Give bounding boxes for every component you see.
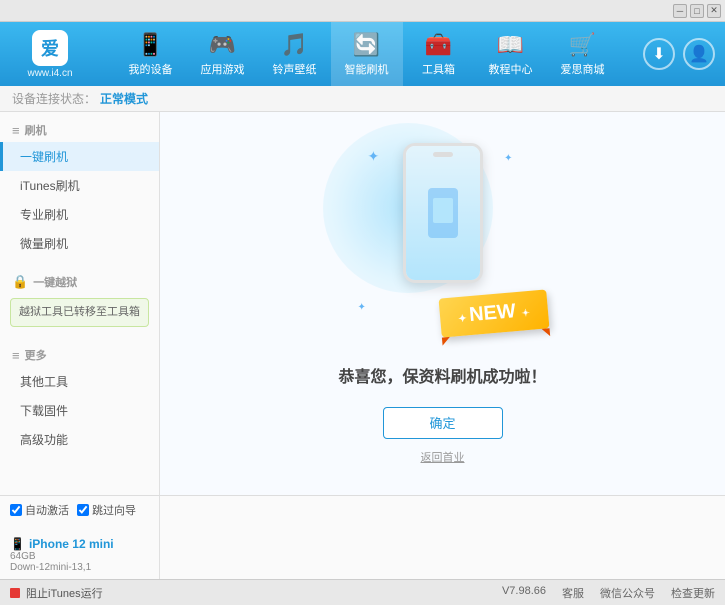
nav-app-games-label: 应用游戏 [201,61,245,77]
version-number: V7.98.66 [502,585,546,601]
header-actions: ⬇ 👤 [643,38,715,70]
logo-icon: 爱 [32,30,68,66]
status-value: 正常模式 [100,90,148,107]
customer-service-link[interactable]: 客服 [562,585,584,601]
success-text: 恭喜您，保资料刷机成功啦！ [338,363,546,387]
check-update-link[interactable]: 检查更新 [671,585,715,601]
toolbox-icon: 🧰 [425,32,452,58]
sidebar-item-download-firmware[interactable]: 下载固件 [0,396,159,425]
app-games-icon: 🎮 [209,32,236,58]
nav-toolbox[interactable]: 🧰 工具箱 [403,22,475,86]
store-icon: 🛒 [569,32,596,58]
nav-app-games[interactable]: 🎮 应用游戏 [187,22,259,86]
skip-guide-input[interactable] [77,504,89,516]
sparkle-2: ✦ [504,153,512,164]
content-area: NEW ✦ ✦ ✦ 恭喜您，保资料刷机成功啦！ 确定 返回首业 [160,112,725,495]
device-name: 📱 iPhone 12 mini [10,537,149,551]
phone-screen [406,146,480,280]
status-bar: 设备连接状态： 正常模式 [0,86,725,112]
nav-tutorial-label: 教程中心 [489,61,533,77]
main-nav: 📱 我的设备 🎮 应用游戏 🎵 铃声壁纸 🔄 智能刷机 🧰 工具箱 📖 教程中心… [90,22,643,86]
nav-my-device[interactable]: 📱 我的设备 [115,22,187,86]
status-label: 设备连接状态： [12,90,96,107]
nav-ringtones-label: 铃声壁纸 [273,61,317,77]
lock-icon: 🔒 [12,274,28,290]
account-button[interactable]: 👤 [683,38,715,70]
sidebar-section-jailbreak: 🔒 一键越狱 越狱工具已转移至工具箱 [0,264,159,337]
bottom-panel: 自动激活 跳过向导 📱 iPhone 12 mini 64GB Down-12m… [0,495,725,579]
logo[interactable]: 爱 www.i4.cn [10,30,90,79]
device-info: 📱 iPhone 12 mini 64GB Down-12mini-13,1 [10,537,149,573]
bottom-center [160,496,725,579]
sidebar: ≡ 刷机 一键刷机 iTunes刷机 专业刷机 微量刷机 🔒 一键越狱 [0,112,160,495]
jailbreak-notice: 越狱工具已转移至工具箱 [10,298,149,327]
auto-promote-input[interactable] [10,504,22,516]
sidebar-item-pro-flash[interactable]: 专业刷机 [0,200,159,229]
sparkle-3: ✦ [358,302,366,313]
header: 爱 www.i4.cn 📱 我的设备 🎮 应用游戏 🎵 铃声壁纸 🔄 智能刷机 … [0,22,725,86]
nav-toolbox-label: 工具箱 [422,61,455,77]
success-illustration: NEW ✦ ✦ ✦ [353,143,533,343]
device-icon: 📱 [10,537,25,551]
auto-promote-checkbox[interactable]: 自动激活 [10,502,69,518]
close-button[interactable]: ✕ [707,4,721,18]
phone-body [403,143,483,283]
nav-smart-flash-label: 智能刷机 [345,61,389,77]
nav-smart-flash[interactable]: 🔄 智能刷机 [331,22,403,86]
sidebar-section-more-title: ≡ 更多 [0,343,159,367]
checkbox-row: 自动激活 跳过向导 [10,502,149,518]
phone-notch [433,152,453,157]
nav-my-device-label: 我的设备 [129,61,173,77]
stop-icon [10,588,20,598]
tutorial-icon: 📖 [497,32,524,58]
sidebar-item-other-tools[interactable]: 其他工具 [0,367,159,396]
my-device-icon: 📱 [137,32,164,58]
itunes-status: 阻止iTunes运行 [10,585,103,601]
wechat-link[interactable]: 微信公众号 [600,585,655,601]
window-controls: ─ □ ✕ [673,4,721,18]
back-link[interactable]: 返回首业 [421,449,465,465]
new-banner: NEW [438,289,549,337]
sidebar-item-one-click-flash[interactable]: 一键刷机 [0,142,159,171]
main-area: ≡ 刷机 一键刷机 iTunes刷机 专业刷机 微量刷机 🔒 一键越狱 [0,112,725,495]
minimize-button[interactable]: ─ [673,4,687,18]
ringtones-icon: 🎵 [281,32,308,58]
device-model: Down-12mini-13,1 [10,562,149,573]
device-storage: 64GB [10,551,149,562]
sidebar-item-advanced[interactable]: 高级功能 [0,425,159,454]
nav-tutorial[interactable]: 📖 教程中心 [475,22,547,86]
nav-store[interactable]: 🛒 爱思商城 [547,22,619,86]
sidebar-item-save-flash[interactable]: 微量刷机 [0,229,159,258]
version-info: V7.98.66 客服 微信公众号 检查更新 [502,585,715,601]
skip-guide-checkbox[interactable]: 跳过向导 [77,502,136,518]
bottom-left-panel: 自动激活 跳过向导 📱 iPhone 12 mini 64GB Down-12m… [0,496,160,579]
title-bar: ─ □ ✕ [0,0,725,22]
logo-site: www.i4.cn [27,68,72,79]
sidebar-section-jailbreak-title: 🔒 一键越狱 [0,270,159,294]
sidebar-item-itunes-flash[interactable]: iTunes刷机 [0,171,159,200]
sparkle-1: ✦ [368,148,380,165]
bottom-status-bar: 阻止iTunes运行 V7.98.66 客服 微信公众号 检查更新 [0,579,725,605]
sidebar-section-more: ≡ 更多 其他工具 下载固件 高级功能 [0,337,159,460]
nav-ringtones[interactable]: 🎵 铃声壁纸 [259,22,331,86]
nav-store-label: 爱思商城 [561,61,605,77]
download-button[interactable]: ⬇ [643,38,675,70]
sidebar-section-flash: ≡ 刷机 一键刷机 iTunes刷机 专业刷机 微量刷机 [0,112,159,264]
maximize-button[interactable]: □ [690,4,704,18]
smart-flash-icon: 🔄 [353,32,380,58]
confirm-button[interactable]: 确定 [383,407,503,439]
flash-section-icon: ≡ [12,123,20,138]
sidebar-section-flash-title: ≡ 刷机 [0,118,159,142]
more-section-icon: ≡ [12,348,20,363]
